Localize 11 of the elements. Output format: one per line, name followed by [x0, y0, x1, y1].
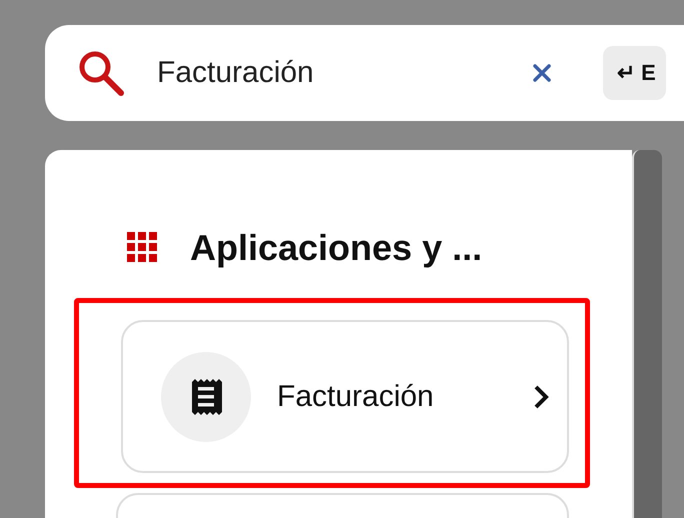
app-card[interactable]: Facturación [121, 320, 569, 473]
receipt-icon [161, 352, 251, 442]
grid-icon [127, 232, 159, 264]
enter-key-hint: ↵ E [603, 46, 666, 100]
chevron-right-icon [533, 384, 549, 410]
search-icon [77, 49, 125, 97]
search-field[interactable]: Facturación [157, 56, 497, 90]
app-label: Facturación [277, 380, 435, 414]
close-icon[interactable] [533, 64, 551, 82]
scrollbar[interactable] [632, 150, 662, 518]
section-title: Aplicaciones y ... [190, 227, 482, 269]
